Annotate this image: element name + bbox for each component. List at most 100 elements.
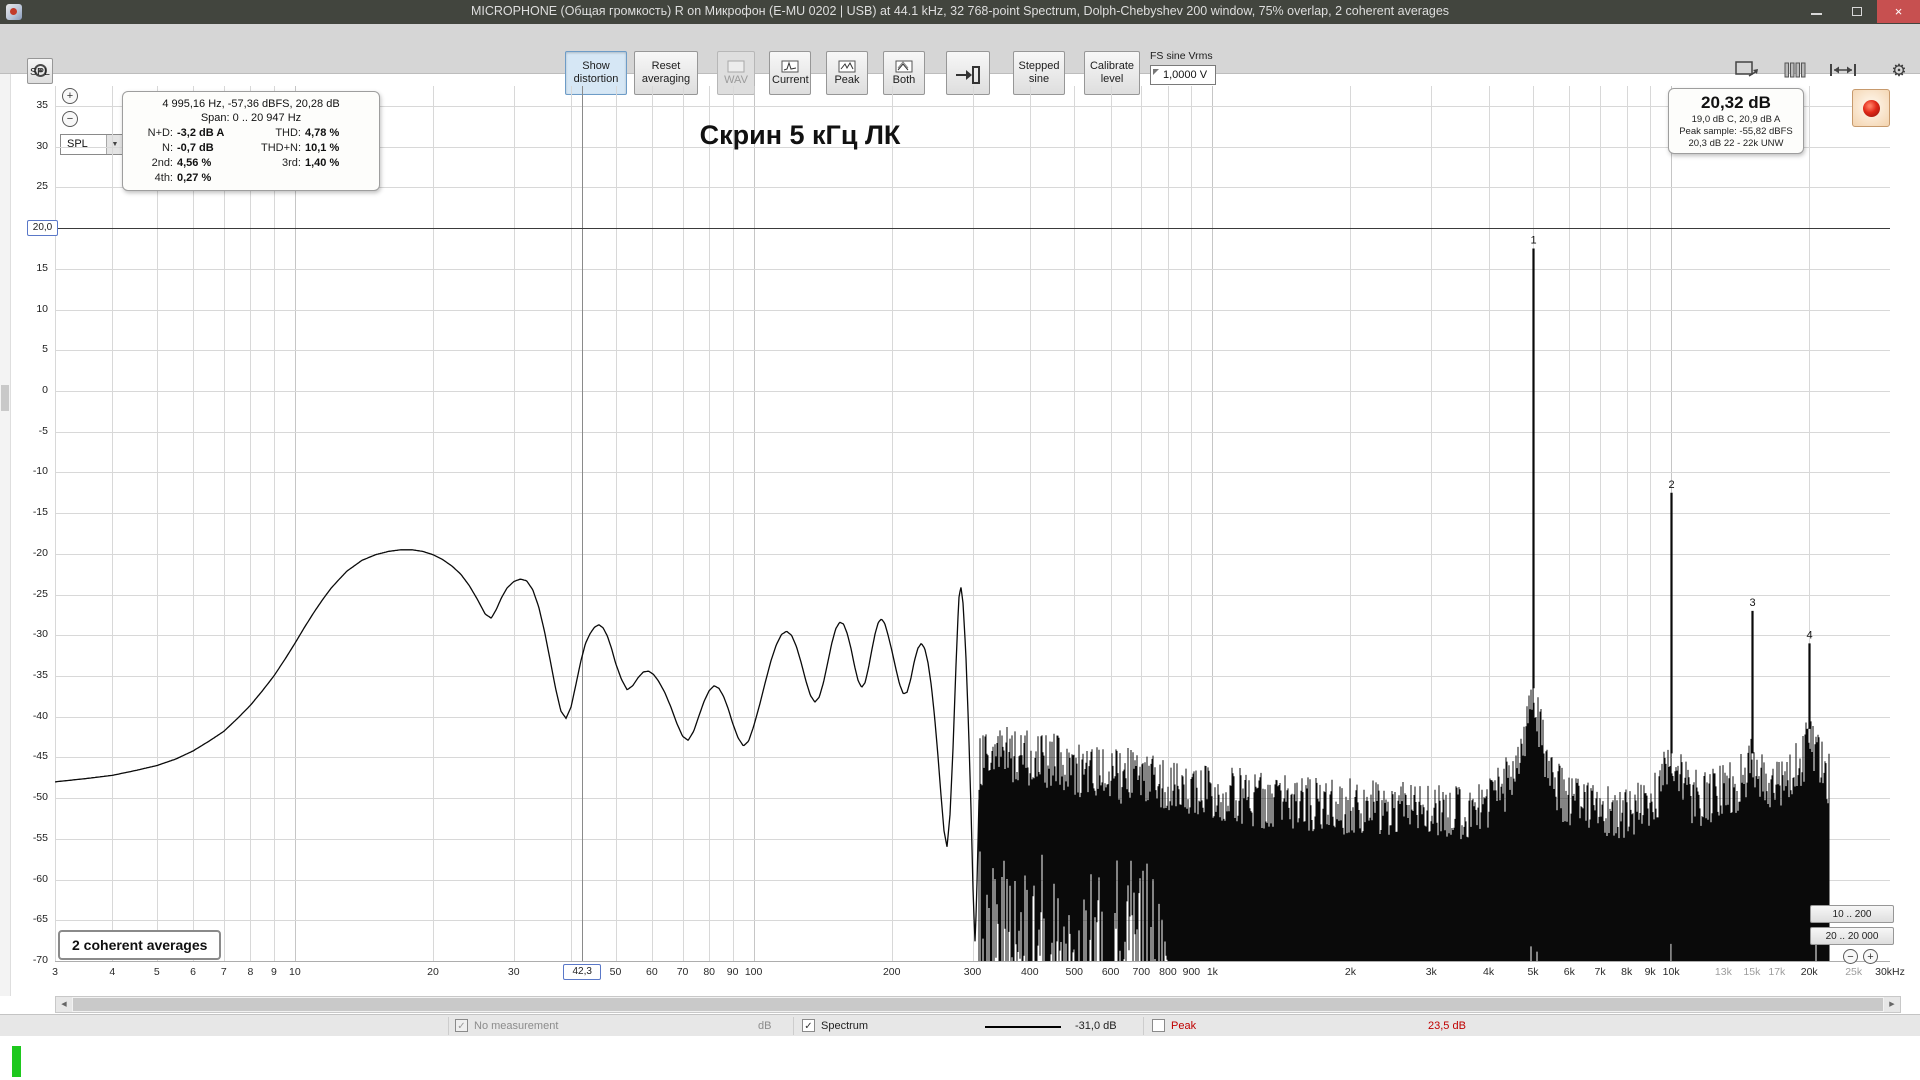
range-10-200-button[interactable]: 10 .. 200 (1810, 905, 1894, 923)
zoom-out-x-icon[interactable]: − (1843, 949, 1858, 964)
h2-label: 2nd: (151, 157, 173, 169)
h4-label: 4th: (154, 172, 173, 184)
level-info-panel: 20,32 dB 19,0 dB C, 20,9 dB A Peak sampl… (1668, 88, 1804, 154)
h2-value: 4,56 % (177, 157, 212, 169)
spectrum-legend-line (985, 1026, 1061, 1028)
columns-icon[interactable] (1780, 56, 1810, 86)
gear-icon[interactable]: ⚙ (1884, 56, 1914, 86)
chart-title: Скрин 5 кГц ЛК (699, 120, 901, 150)
level-bandwidth-value: 20,3 dB 22 - 22k UNW (1688, 138, 1784, 149)
h3-value: 1,40 % (305, 157, 340, 169)
screenshot-icon[interactable] (1732, 56, 1762, 86)
signal-in-icon (956, 66, 980, 85)
x-tick-3k: 3k (1425, 966, 1437, 978)
vertical-scrollbar[interactable] (0, 74, 11, 996)
no-measurement-checkbox[interactable]: ✓ (455, 1019, 468, 1032)
nd-label: N+D: (147, 127, 173, 139)
x-tick-400: 400 (1021, 966, 1039, 978)
x-tick-20k: 20k (1800, 966, 1818, 978)
zoom-in-x-icon[interactable]: + (1863, 949, 1878, 964)
peak-label: Peak (834, 74, 860, 87)
range-20-20000-button[interactable]: 20 .. 20 000 (1810, 927, 1894, 945)
scroll-right-icon[interactable]: ▶ (1884, 997, 1900, 1012)
window-title: MICROPHONE (Общая громкость) R on Микроф… (470, 4, 1450, 18)
vscroll-thumb[interactable] (1, 385, 9, 411)
y-tick-25: 25 (36, 180, 48, 193)
level-main-value: 20,32 dB (1701, 93, 1771, 112)
thdn-label: THD+N: (260, 142, 301, 154)
x-tick-100: 100 (744, 966, 763, 978)
y-tick--60: -60 (32, 872, 48, 885)
x-tick-3: 3 (52, 966, 58, 978)
spectrum-value: -31,0 dB (1075, 1020, 1117, 1032)
fs-sine-input[interactable] (1150, 65, 1216, 85)
horizontal-scrollbar[interactable]: ◀ ▶ (55, 996, 1901, 1013)
no-measurement-label: No measurement (474, 1020, 559, 1032)
both-label: Both (892, 74, 916, 87)
h4-value: 0,27 % (177, 172, 212, 184)
field-corner-icon (1153, 69, 1159, 75)
y-tick-30: 30 (36, 139, 48, 152)
spectrum-label: Spectrum (821, 1020, 869, 1032)
cursor-readout: 4 995,16 Hz, -57,36 dBFS, 20,28 dB (162, 98, 340, 110)
x-tick-500: 500 (1065, 966, 1084, 978)
scroll-left-icon[interactable]: ◀ (56, 997, 72, 1012)
record-button[interactable] (1852, 89, 1890, 127)
peak-checkbox[interactable]: ✓ (1152, 1019, 1165, 1032)
y-tick--35: -35 (32, 669, 48, 681)
y-tick--10: -10 (32, 465, 48, 478)
y-tick--70: -70 (32, 954, 48, 966)
y-tick--30: -30 (32, 628, 48, 641)
x-tick-25k: 25k (1845, 966, 1863, 978)
curve-display-icon (838, 60, 856, 73)
y-tick-0: 0 (42, 384, 48, 396)
close-button[interactable]: × (1877, 0, 1920, 23)
peak-hold-label: Peak (1171, 1020, 1197, 1032)
y-tick--65: -65 (32, 913, 48, 926)
peak-sample-value: Peak sample: -55,82 dBFS (1679, 126, 1793, 137)
hscroll-thumb[interactable] (73, 998, 1883, 1011)
x-tick-2k: 2k (1344, 966, 1356, 978)
spectrum-plot-area[interactable]: 1 2 3 4 (54, 86, 1891, 971)
y-tick--20: -20 (32, 546, 48, 559)
averages-badge: 2 coherent averages (58, 930, 222, 960)
n-label: N: (162, 142, 173, 154)
level-weighted-values: 19,0 dB C, 20,9 dB A (1691, 114, 1781, 125)
thd-info-panel: 4 995,16 Hz, -57,36 dBFS, 20,28 dB Span:… (122, 91, 380, 191)
status-bar: ✓ No measurement dB ✓ Spectrum -31,0 dB … (0, 1014, 1920, 1036)
peak-label-3: 3 (1749, 597, 1755, 609)
peak-label-4: 4 (1806, 629, 1812, 641)
title-bar: MICROPHONE (Общая громкость) R on Микроф… (0, 0, 1920, 24)
x-tick-30kHz: 30kHz (1875, 966, 1905, 978)
fit-width-icon[interactable] (1828, 56, 1858, 86)
peak-hold-value: 23,5 dB (1428, 1020, 1466, 1032)
y-tick--50: -50 (32, 791, 48, 804)
check-icon: ✓ (804, 1021, 813, 1032)
db-unit-label: dB (758, 1020, 772, 1032)
noise-floor (978, 685, 1830, 961)
level-meter-bar (12, 1046, 21, 1077)
n-value: -0,7 dB (177, 142, 214, 154)
x-tick-30: 30 (507, 966, 520, 978)
y-tick-15: 15 (36, 261, 48, 274)
curve-display-icon (895, 60, 913, 73)
check-icon: ✓ (457, 1021, 466, 1032)
record-icon (1863, 100, 1880, 117)
maximize-button[interactable] (1837, 0, 1877, 23)
span-readout: Span: 0 .. 20 947 Hz (200, 112, 302, 124)
x-tick-50: 50 (609, 966, 622, 978)
maximize-icon (1852, 7, 1862, 16)
y-tick--25: -25 (32, 587, 48, 600)
spectrum-checkbox[interactable]: ✓ (802, 1019, 815, 1032)
peak-label-2: 2 (1668, 479, 1674, 491)
x-tick-200: 200 (882, 966, 901, 978)
wav-label: WAV (724, 74, 748, 87)
thd-label: THD: (275, 127, 301, 139)
minimize-button[interactable] (1797, 0, 1837, 23)
x-tick-300: 300 (963, 966, 982, 978)
y-tick--5: -5 (38, 424, 48, 437)
separator (1143, 1017, 1144, 1035)
y-tick--15: -15 (32, 506, 48, 519)
level-marker-label: 20,0 (27, 220, 58, 237)
bottom-strip (0, 1036, 1920, 1080)
